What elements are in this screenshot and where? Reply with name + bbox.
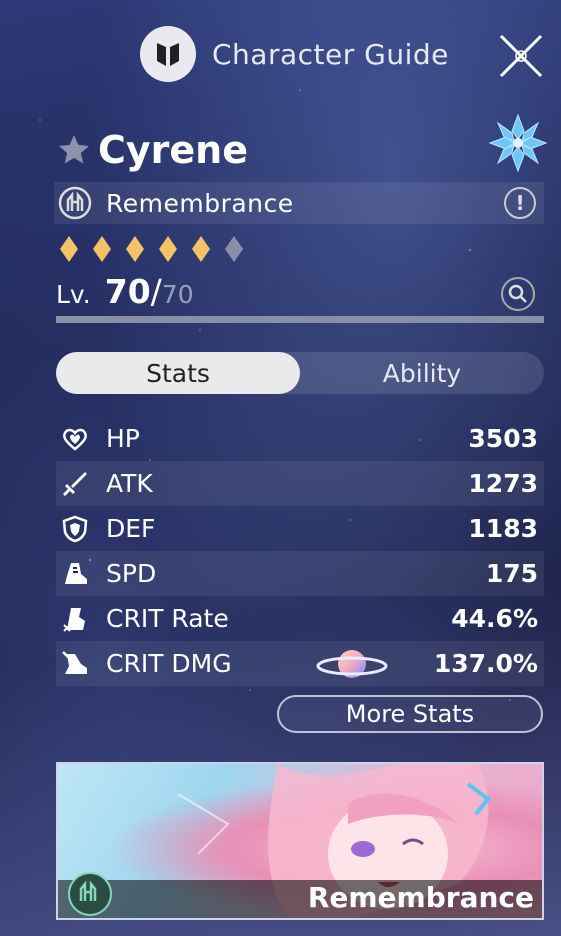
shield-icon [60,514,90,544]
tab-stats[interactable]: Stats [56,352,300,394]
tab-bar: Stats Ability [56,352,544,394]
banner-path-label: Remembrance [307,881,534,914]
stat-name: CRIT Rate [106,604,229,633]
stat-value: 44.6% [451,604,538,633]
info-icon: ! [515,191,525,215]
stat-value: 137.0% [433,649,538,678]
stat-row-hp: HP 3503 [56,416,544,461]
level-separator: / [150,272,162,311]
path-emblem-icon [140,26,196,82]
stat-row-crit-dmg: CRIT DMG 137.0% [56,641,544,686]
path-row: Remembrance ! [54,182,544,224]
stat-row-def: DEF 1183 [56,506,544,551]
page-title: Character Guide [212,37,449,71]
character-name-row: Cyrene [56,128,248,172]
sword-icon [60,469,90,499]
remembrance-path-icon [68,872,112,916]
star-icon[interactable] [56,132,92,168]
level-max: 70 [161,280,194,309]
planet-icon [314,646,390,682]
level-progress-bar [56,316,544,323]
stat-value: 1273 [468,469,538,498]
more-stats-button[interactable]: More Stats [277,695,543,733]
info-button[interactable]: ! [504,187,536,219]
level-current: 70 [104,272,151,311]
character-banner[interactable]: Remembrance [56,762,544,920]
level-display: Lv. 70 / 70 [56,272,194,311]
character-name: Cyrene [98,128,248,172]
rarity-diamond-icon [192,236,210,266]
level-label: Lv. [56,280,91,309]
boot-icon [60,559,90,589]
stat-row-spd: SPD 175 [56,551,544,596]
stat-name: ATK [106,469,153,498]
stats-list: HP 3503 ATK 1273 DEF 1183 SPD 175 CRIT R… [56,416,544,686]
header: Character Guide [140,24,449,84]
close-button[interactable] [497,32,545,80]
crit-rate-icon [60,604,90,634]
path-label: Remembrance [106,188,294,218]
rarity-diamond-empty-icon [225,236,243,266]
rarity-diamond-icon [93,236,111,266]
level-preview-button[interactable] [500,276,536,312]
rarity-indicator [60,236,258,266]
tab-ability[interactable]: Ability [300,352,544,394]
stat-value: 3503 [468,424,538,453]
remembrance-path-icon [58,186,92,220]
stat-name: SPD [106,559,157,588]
rarity-diamond-icon [126,236,144,266]
stat-row-crit-rate: CRIT Rate 44.6% [56,596,544,641]
close-icon [499,34,543,78]
rarity-diamond-icon [60,236,78,266]
search-icon [501,277,535,311]
stat-value: 175 [485,559,538,588]
stat-row-atk: ATK 1273 [56,461,544,506]
stat-name: HP [106,424,140,453]
rarity-diamond-icon [159,236,177,266]
stat-name: DEF [106,514,156,543]
crit-dmg-icon [60,649,90,679]
heart-icon [60,424,90,454]
stat-value: 1183 [468,514,538,543]
ice-element-icon [488,113,548,173]
stat-name: CRIT DMG [106,649,232,678]
